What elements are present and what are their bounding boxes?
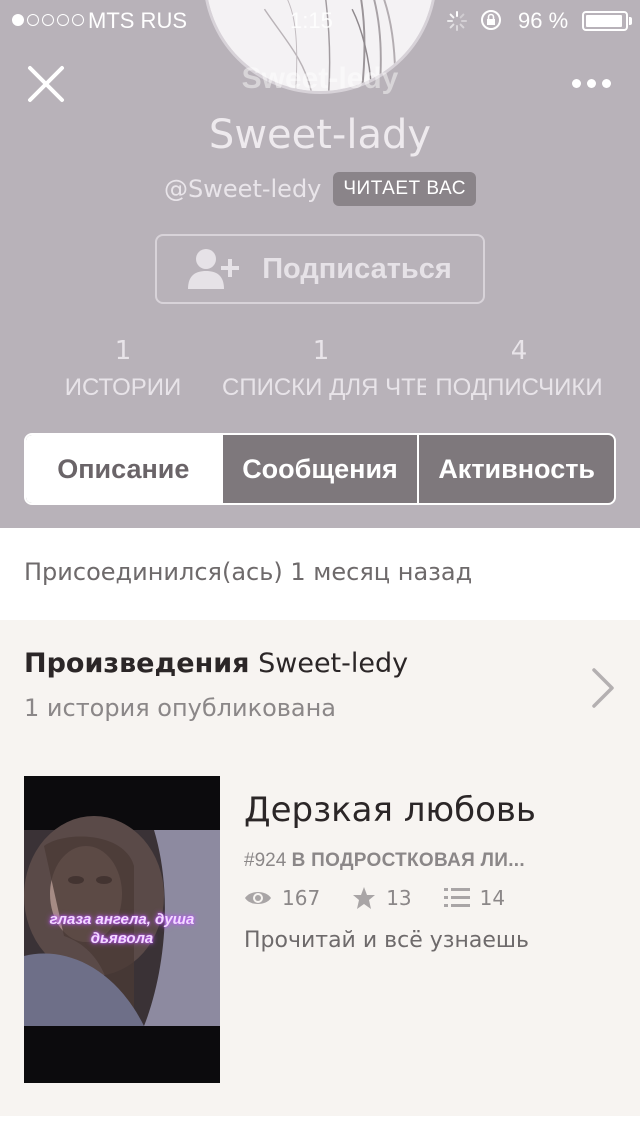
story-rank-number: #924: [244, 850, 287, 871]
profile-stats: 1 ИСТОРИИ 1 СПИСКИ ДЛЯ ЧТЕНИЯ 4 ПОДПИСЧИ…: [0, 334, 640, 414]
battery-percentage: 96 %: [518, 8, 569, 33]
username: @Sweet-ledy: [164, 175, 322, 203]
stat-value: 1: [114, 336, 132, 366]
activity-spinner-icon: [447, 11, 467, 31]
carrier-name: MTS RUS: [88, 8, 187, 33]
joined-section: Присоединился(ась) 1 месяц назад: [0, 528, 640, 620]
follow-button[interactable]: Подписаться: [155, 234, 485, 304]
works-title-bold: Произведения: [24, 648, 250, 679]
story-category: В ПОДРОСТКОВАЯ ЛИ...: [291, 850, 525, 871]
bottom-strip: [0, 1116, 640, 1136]
stat-label: СПИСКИ ДЛЯ ЧТЕНИЯ: [222, 374, 426, 401]
works-count: 1 история опубликована: [24, 694, 336, 722]
tab-about[interactable]: Описание: [26, 435, 221, 503]
works-title: Произведения Sweet-ledy: [24, 648, 408, 679]
story-stats: 167 13 14: [244, 886, 537, 910]
tab-messages[interactable]: Сообщения: [220, 435, 418, 503]
votes-count: 13: [386, 886, 412, 910]
stat-stories[interactable]: 1 ИСТОРИИ: [18, 334, 228, 406]
stat-value: 1: [312, 336, 330, 366]
story-parts: 14: [443, 886, 506, 910]
story-title[interactable]: Дерзкая любовь: [244, 790, 536, 830]
username-row: @Sweet-ledy ЧИТАЕТ ВАС: [0, 172, 640, 206]
profile-tabs: Описание Сообщения Активность: [24, 433, 616, 505]
tab-activity[interactable]: Активность: [417, 435, 614, 503]
works-header[interactable]: Произведения Sweet-ledy 1 история опубли…: [0, 620, 640, 736]
chevron-right-icon[interactable]: [590, 666, 616, 710]
battery-icon: [582, 11, 628, 31]
story-cover[interactable]: глаза ангела, душа дьявола: [24, 776, 220, 1083]
battery-tip: [629, 17, 632, 25]
ghost-username-label: Sweet-ledy: [241, 62, 399, 95]
works-title-user: Sweet-ledy: [258, 648, 409, 679]
signal-strength-icon: [12, 14, 84, 26]
story-card[interactable]: глаза ангела, душа дьявола Дерзкая любов…: [24, 776, 620, 1084]
works-section: Произведения Sweet-ledy 1 история опубли…: [0, 620, 640, 1116]
star-icon: [353, 887, 376, 909]
stat-followers[interactable]: 4 ПОДПИСЧИКИ: [414, 334, 624, 406]
eye-icon: [245, 892, 271, 904]
display-name: Sweet-lady: [208, 112, 432, 158]
story-rank: #924 В ПОДРОСТКОВАЯ ЛИ...: [244, 850, 525, 872]
joined-date-text: Присоединился(ась) 1 месяц назад: [24, 558, 473, 586]
follows-you-badge: ЧИТАЕТ ВАС: [333, 172, 476, 206]
add-user-icon: [188, 249, 240, 289]
list-icon: [443, 888, 470, 907]
stat-label: ПОДПИСЧИКИ: [435, 374, 603, 401]
follow-button-label: Подписаться: [262, 252, 452, 285]
status-bar: MTS RUS 1:15 96 %: [0, 0, 640, 40]
story-votes: 13: [352, 886, 412, 910]
story-views: 167: [244, 886, 320, 910]
stat-label: ИСТОРИИ: [64, 374, 182, 401]
stat-value: 4: [510, 336, 528, 366]
rotation-lock-icon: [481, 10, 501, 30]
story-description: Прочитай и всё узнаешь: [244, 928, 529, 953]
views-count: 167: [282, 886, 321, 910]
profile-header: MTS RUS 1:15 96 % Sweet-ledy Sweet-lady …: [0, 0, 640, 528]
stat-reading-lists[interactable]: 1 СПИСКИ ДЛЯ ЧТЕНИЯ: [216, 334, 426, 406]
cover-caption: глаза ангела, душа дьявола: [49, 911, 195, 947]
parts-count: 14: [479, 886, 506, 910]
clock: 1:15: [290, 8, 333, 33]
